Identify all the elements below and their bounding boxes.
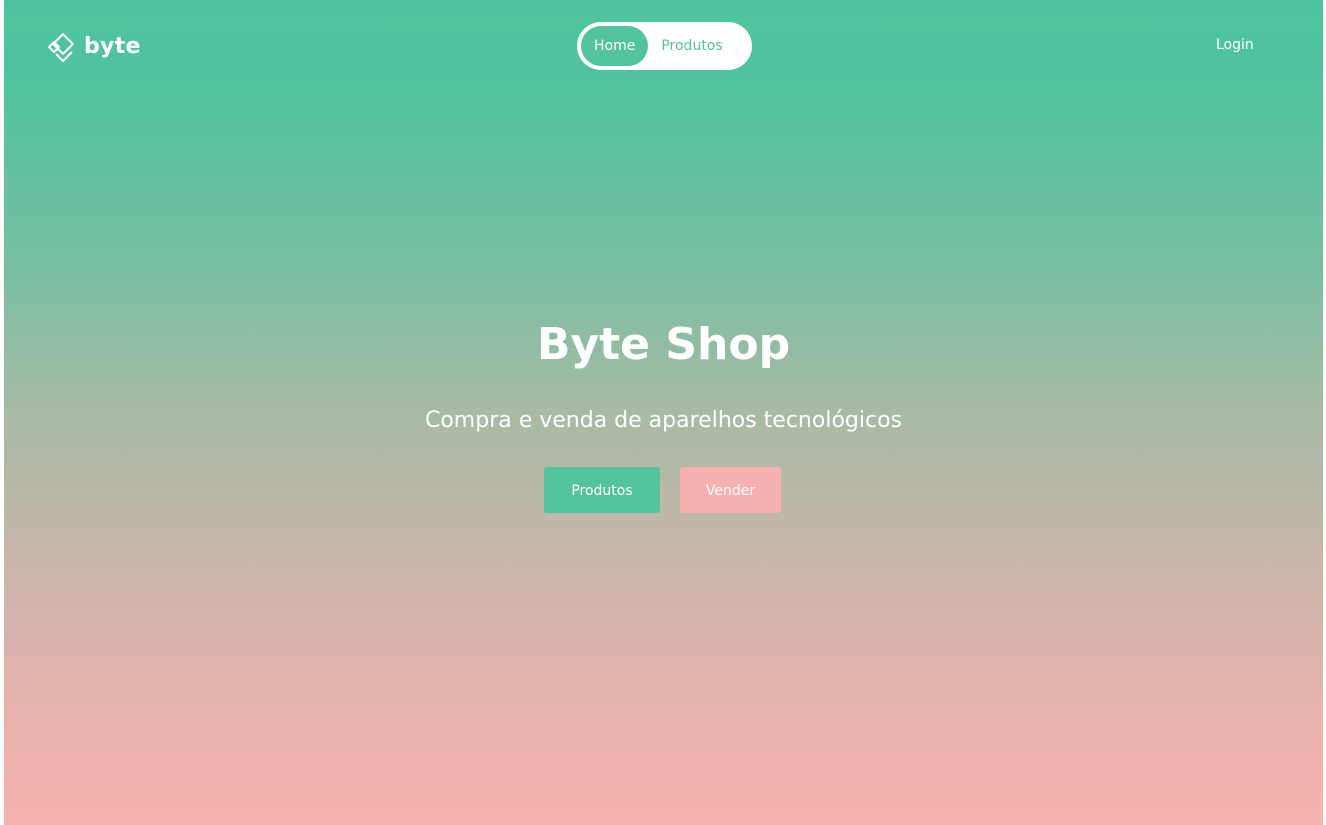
hero-section: byte Home Produtos Login Byte Shop Compr… xyxy=(4,0,1323,825)
login-link[interactable]: Login xyxy=(1216,37,1254,53)
diamond-logo-icon xyxy=(48,33,74,62)
page: byte Home Produtos Login Byte Shop Compr… xyxy=(0,0,1326,825)
hero-title: Byte Shop xyxy=(536,319,791,370)
navbar: byte Home Produtos Login xyxy=(4,0,1323,94)
products-button[interactable]: Produtos xyxy=(544,467,660,513)
nav-item-home[interactable]: Home xyxy=(581,26,649,66)
brand-name: byte xyxy=(84,34,141,59)
brand-logo-link[interactable]: byte xyxy=(42,30,141,64)
nav-item-produtos[interactable]: Produtos xyxy=(648,26,735,66)
hero-subtitle: Compra e venda de aparelhos tecnológicos xyxy=(424,408,903,433)
nav-pill: Home Produtos xyxy=(577,22,752,70)
sell-button[interactable]: Vender xyxy=(680,467,781,513)
hero-actions: Produtos Vender xyxy=(544,467,781,513)
